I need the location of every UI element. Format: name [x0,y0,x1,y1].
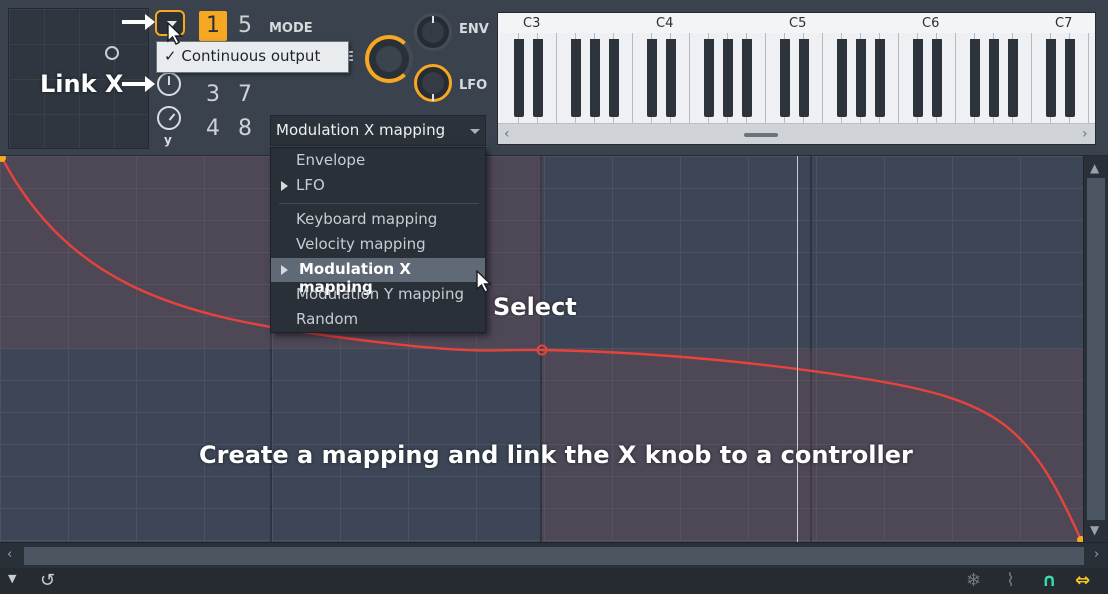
piano-black-key[interactable] [780,39,790,117]
piano-black-key[interactable] [989,39,999,117]
snowflake-icon[interactable]: ❄ [966,570,981,591]
mouse-cursor-icon [167,22,184,45]
piano-black-key[interactable] [799,39,809,117]
mode-button-5[interactable]: 5 [231,11,259,41]
mode-button-4[interactable]: 4 [199,114,227,144]
menu-item-lfo[interactable]: LFO [271,174,485,198]
paperclip-icon[interactable]: ⌇ [1006,570,1015,591]
piano-black-key[interactable] [875,39,885,117]
x-knob[interactable] [157,72,181,96]
horizontal-scrollbar[interactable]: ‹ › [0,542,1108,568]
menu-item-label: Envelope [296,151,366,169]
menu-item-label: Keyboard mapping [296,210,438,228]
menu-item-random[interactable]: Random [271,308,485,332]
scroll-up-icon[interactable]: ▲ [1090,161,1099,175]
menu-item-velocity-mapping[interactable]: Velocity mapping [271,233,485,257]
octave-label-c6: C6 [922,16,940,31]
piano-black-key[interactable] [704,39,714,117]
mapping-select[interactable]: Modulation X mapping [270,115,486,146]
mode-button-7[interactable]: 7 [231,80,259,110]
mode-label: MODE [269,21,313,36]
annotation-select: Select [493,293,577,321]
piano-black-key[interactable] [533,39,543,117]
arrows-icon[interactable]: ⇔ [1075,570,1090,591]
piano-keyboard[interactable]: C3 C4 C5 C6 C7 ‹ › [497,12,1096,145]
envelope-graph[interactable] [0,156,1083,542]
y-knob[interactable] [157,106,181,130]
status-bar: ▼ ↺ ❄ ⌇ ∩ ⇔ [0,568,1108,594]
piano-scroll-left-icon[interactable]: ‹ [504,126,510,142]
piano-black-key[interactable] [571,39,581,117]
tension-knob[interactable] [365,35,413,83]
mapping-context-menu: Envelope LFO Keyboard mapping Velocity m… [270,147,486,333]
submenu-arrow-icon [281,181,288,191]
reset-icon[interactable]: ↺ [40,570,55,591]
piano-scroll-right-icon[interactable]: › [1082,126,1088,142]
menu-item-label: Velocity mapping [296,235,426,253]
env-knob[interactable] [414,13,452,51]
magnet-icon[interactable]: ∩ [1042,570,1057,591]
continuous-output-item[interactable]: Continuous output [181,47,320,65]
piano-black-key[interactable] [647,39,657,117]
annotation-caption: Create a mapping and link the X knob to … [199,441,913,469]
piano-black-key[interactable] [913,39,923,117]
piano-black-key[interactable] [856,39,866,117]
piano-black-key[interactable] [1065,39,1075,117]
horizontal-scroll-thumb[interactable] [24,547,1084,565]
scroll-right-icon[interactable]: › [1094,547,1099,562]
piano-scroll-thumb[interactable] [744,133,778,137]
piano-black-key[interactable] [666,39,676,117]
piano-black-key[interactable] [609,39,619,117]
mouse-cursor-icon [476,270,493,293]
menu-arrow-icon[interactable]: ▼ [8,572,16,585]
vertical-scroll-thumb[interactable] [1087,178,1105,520]
menu-item-keyboard-mapping[interactable]: Keyboard mapping [271,208,485,232]
mapping-select-value: Modulation X mapping [276,121,446,139]
menu-item-label: Random [296,310,359,328]
envelope-curve-svg[interactable] [0,156,1083,542]
piano-black-key[interactable] [514,39,524,117]
menu-item-modulation-x-mapping[interactable]: Modulation X mapping [271,258,485,296]
piano-black-key[interactable] [590,39,600,117]
lfo-knob[interactable] [414,64,452,102]
mode-button-8[interactable]: 8 [231,114,259,144]
piano-black-key[interactable] [723,39,733,117]
mode-button-1[interactable]: 1 [199,11,227,41]
playhead-line [797,156,798,542]
env-label: ENV [459,22,489,37]
octave-label-c5: C5 [789,16,807,31]
vertical-scrollbar[interactable]: ▲ ▼ [1083,156,1108,542]
octave-label-c3: C3 [523,16,541,31]
menu-item-label: LFO [296,176,325,194]
scroll-down-icon[interactable]: ▼ [1090,523,1099,537]
xy-handle[interactable] [105,46,119,60]
mode-button-3[interactable]: 3 [199,80,227,110]
octave-label-c4: C4 [656,16,674,31]
menu-item-envelope[interactable]: Envelope [271,149,485,173]
menu-item-modulation-y-mapping[interactable]: Modulation Y mapping [271,283,485,307]
piano-black-key[interactable] [970,39,980,117]
scroll-left-icon[interactable]: ‹ [7,547,12,562]
piano-scrollbar[interactable]: ‹ › [498,123,1095,144]
piano-black-key[interactable] [1046,39,1056,117]
chevron-down-icon [470,129,480,134]
piano-black-key[interactable] [837,39,847,117]
annotation-arrow-link-button [122,14,155,30]
submenu-arrow-icon [281,265,288,275]
lfo-label: LFO [459,78,488,93]
menu-separator [279,203,479,204]
piano-black-key[interactable] [742,39,752,117]
piano-black-key[interactable] [932,39,942,117]
annotation-link-x: Link X [40,70,124,98]
piano-white-key[interactable] [1089,33,1095,123]
annotation-arrow-x-knob [122,76,155,92]
envelope-editor: y 1 5 3 7 4 8 MODE E ENV LFO C3 C4 C5 C6… [0,0,1108,594]
piano-black-key[interactable] [1008,39,1018,117]
menu-item-label: Modulation Y mapping [296,285,464,303]
octave-label-c7: C7 [1055,16,1073,31]
check-icon: ✓ [164,47,177,65]
y-knob-label: y [164,133,172,147]
